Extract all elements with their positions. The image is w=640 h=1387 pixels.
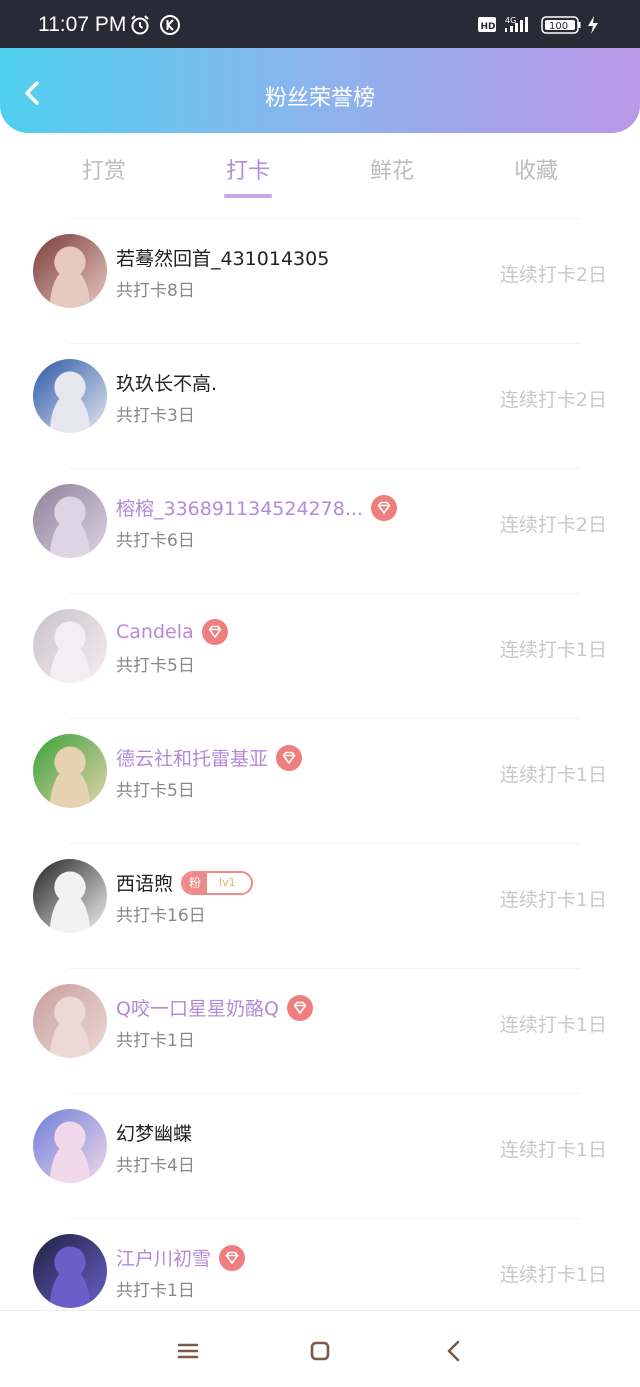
fan-row[interactable]: 榕榕_336891134524278... 共打卡6日 连续打卡2日 bbox=[0, 468, 640, 593]
checkin-streak: 连续打卡2日 bbox=[499, 389, 607, 411]
name-line: Q咬一口星星奶酪Q bbox=[116, 994, 313, 1022]
checkin-streak: 连续打卡1日 bbox=[499, 1014, 607, 1036]
name-line: 德云社和托雷基亚 bbox=[116, 744, 303, 772]
fan-name[interactable]: 若蓦然回首_431014305 bbox=[116, 248, 329, 270]
name-line: 江户川初雪 bbox=[116, 1244, 246, 1272]
checkin-streak: 连续打卡1日 bbox=[499, 639, 607, 661]
name-line: 榕榕_336891134524278... bbox=[116, 494, 397, 522]
active-tab-indicator bbox=[224, 194, 272, 198]
checkin-streak: 连续打卡2日 bbox=[499, 264, 607, 286]
total-checkin: 共打卡4日 bbox=[116, 1156, 195, 1176]
checkin-streak: 连续打卡1日 bbox=[499, 1264, 607, 1286]
diamond-badge-icon bbox=[286, 994, 313, 1021]
row-divider bbox=[70, 468, 580, 469]
row-divider bbox=[70, 218, 580, 219]
row-divider bbox=[70, 968, 580, 969]
checkin-streak: 连续打卡1日 bbox=[499, 764, 607, 786]
fan-badge-label: 粉 bbox=[183, 872, 208, 893]
row-divider bbox=[70, 718, 580, 719]
tab-bar: 打赏 打卡 鲜花 收藏 bbox=[0, 133, 640, 218]
avatar[interactable] bbox=[33, 984, 107, 1058]
name-line: 西语煦粉 lv1 bbox=[116, 869, 254, 897]
fan-list: 若蓦然回首_431014305 共打卡8日 连续打卡2日 玖玖长不高. 共打卡3日 连续打… bbox=[0, 218, 640, 1343]
checkin-streak: 连续打卡1日 bbox=[499, 889, 607, 911]
back-chevron-icon[interactable] bbox=[440, 1337, 468, 1365]
fan-name[interactable]: 榕榕_336891134524278... bbox=[116, 498, 363, 520]
fan-row[interactable]: 若蓦然回首_431014305 共打卡8日 连续打卡2日 bbox=[0, 218, 640, 343]
avatar[interactable] bbox=[33, 859, 107, 933]
fan-badge-level: lv1 bbox=[219, 875, 236, 889]
total-checkin: 共打卡8日 bbox=[116, 281, 195, 301]
checkin-streak: 连续打卡1日 bbox=[499, 1139, 607, 1161]
fan-row[interactable]: 德云社和托雷基亚 共打卡5日 连续打卡1日 bbox=[0, 718, 640, 843]
fan-row[interactable]: 玖玖长不高. 共打卡3日 连续打卡2日 bbox=[0, 343, 640, 468]
avatar[interactable] bbox=[33, 609, 107, 683]
status-bar: 11:07 PM HD 4G 100 bbox=[0, 0, 640, 48]
alarm-icon bbox=[131, 15, 149, 35]
row-divider bbox=[70, 1093, 580, 1094]
row-divider bbox=[70, 843, 580, 844]
avatar[interactable] bbox=[33, 1234, 107, 1308]
fan-name[interactable]: 江户川初雪 bbox=[116, 1248, 211, 1270]
fan-row[interactable]: Q咬一口星星奶酪Q 共打卡1日 连续打卡1日 bbox=[0, 968, 640, 1093]
page-title: 粉丝荣誉榜 bbox=[264, 86, 375, 111]
tab-xianhua[interactable]: 鲜花 bbox=[332, 153, 452, 185]
fan-honor-page: 11:07 PM HD 4G 100 粉丝荣誉榜 打赏 打卡 鲜花 收藏 若蓦然… bbox=[0, 0, 640, 1387]
status-indicators: HD 4G 100 bbox=[478, 16, 598, 34]
diamond-badge-icon bbox=[370, 494, 397, 521]
total-checkin: 共打卡1日 bbox=[116, 1031, 195, 1051]
fan-row[interactable]: 幻梦幽蝶共打卡4日 连续打卡1日 bbox=[0, 1093, 640, 1218]
avatar[interactable] bbox=[33, 484, 107, 558]
fan-row[interactable]: Candela 共打卡5日 连续打卡1日 bbox=[0, 593, 640, 718]
header: 粉丝荣誉榜 bbox=[0, 48, 640, 133]
tab-daka[interactable]: 打卡 bbox=[188, 153, 308, 185]
tab-shoucang[interactable]: 收藏 bbox=[476, 153, 596, 185]
avatar[interactable] bbox=[33, 359, 107, 433]
row-divider bbox=[70, 1218, 580, 1219]
battery-level: 100 bbox=[549, 21, 568, 32]
home-square-icon[interactable] bbox=[306, 1337, 334, 1365]
total-checkin: 共打卡5日 bbox=[116, 781, 195, 801]
name-line: Candela bbox=[116, 619, 228, 647]
system-nav-bar bbox=[0, 1310, 640, 1387]
menu-icon[interactable] bbox=[174, 1337, 202, 1365]
checkin-streak: 连续打卡2日 bbox=[499, 514, 607, 536]
fan-name[interactable]: Candela bbox=[116, 621, 194, 643]
hd-label: HD bbox=[481, 22, 496, 32]
total-checkin: 共打卡3日 bbox=[116, 406, 195, 426]
network-label: 4G bbox=[505, 16, 516, 25]
status-time: 11:07 PM bbox=[38, 13, 127, 36]
fan-name[interactable]: 德云社和托雷基亚 bbox=[116, 748, 268, 770]
diamond-badge-icon bbox=[219, 1244, 246, 1271]
avatar[interactable] bbox=[33, 734, 107, 808]
name-line: 幻梦幽蝶 bbox=[116, 1119, 192, 1147]
fan-name[interactable]: 西语煦 bbox=[116, 873, 173, 895]
fan-name[interactable]: 幻梦幽蝶 bbox=[116, 1123, 192, 1145]
diamond-badge-icon bbox=[276, 744, 303, 771]
tab-dashang[interactable]: 打赏 bbox=[44, 153, 164, 185]
total-checkin: 共打卡6日 bbox=[116, 531, 195, 551]
fan-level-badge: 粉 lv1 bbox=[181, 870, 254, 895]
total-checkin: 共打卡5日 bbox=[116, 656, 195, 676]
k-app-icon bbox=[160, 15, 180, 35]
name-line: 若蓦然回首_431014305 bbox=[116, 244, 329, 272]
total-checkin: 共打卡16日 bbox=[116, 906, 206, 926]
avatar[interactable] bbox=[33, 1109, 107, 1183]
fan-row[interactable]: 西语煦粉 lv1 共打卡16日 连续打卡1日 bbox=[0, 843, 640, 968]
name-line: 玖玖长不高. bbox=[116, 369, 217, 397]
total-checkin: 共打卡1日 bbox=[116, 1281, 195, 1301]
fan-name[interactable]: Q咬一口星星奶酪Q bbox=[116, 998, 279, 1020]
row-divider bbox=[70, 593, 580, 594]
fan-name[interactable]: 玖玖长不高. bbox=[116, 373, 217, 395]
row-divider bbox=[70, 343, 580, 344]
diamond-badge-icon bbox=[201, 619, 228, 645]
avatar[interactable] bbox=[33, 234, 107, 308]
